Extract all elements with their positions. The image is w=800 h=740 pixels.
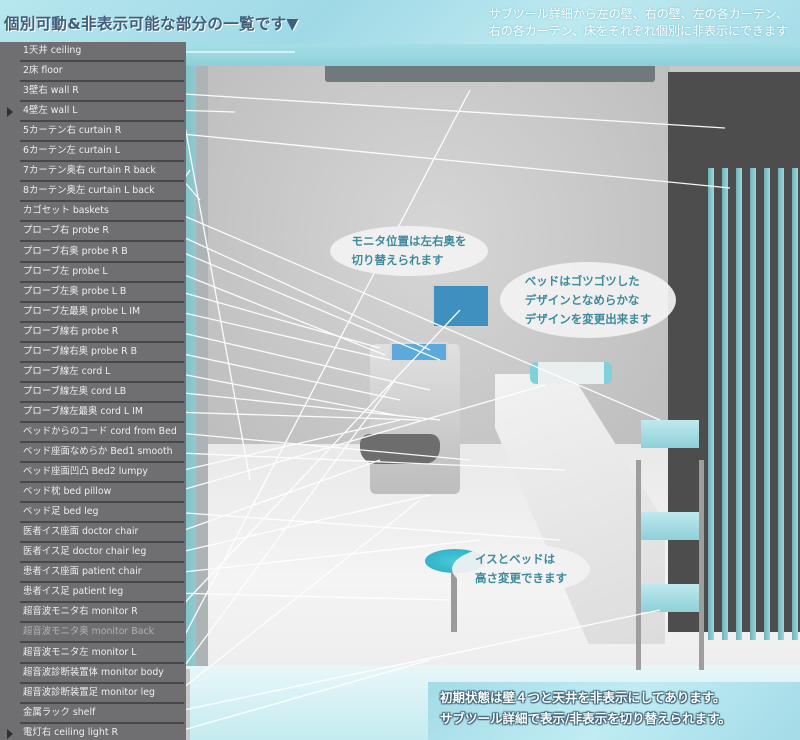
- callout-monitor-position: モニタ位置は左右奥を 切り替えられます: [330, 226, 488, 276]
- parts-list-item[interactable]: プローブ線左奥 cord LB: [20, 383, 184, 403]
- parts-list-item[interactable]: 患者イス足 patient leg: [20, 583, 184, 604]
- callout-text: 高さ変更できます: [475, 571, 567, 585]
- parts-list-item[interactable]: ベッドからのコード cord from Bed: [20, 423, 184, 443]
- parts-list-item[interactable]: 患者イス座面 patient chair: [20, 563, 184, 584]
- callout-text: デザインを変更出来ます: [524, 311, 652, 326]
- parts-list-item[interactable]: プローブ左最奥 probe L IM: [20, 303, 184, 323]
- ceiling-light: [325, 66, 655, 82]
- parts-list-item[interactable]: 2床 floor: [20, 62, 184, 83]
- right-curtain-panel: [792, 168, 798, 640]
- parts-list-item[interactable]: ベッド足 bed leg: [20, 503, 184, 524]
- basket: [641, 512, 699, 540]
- header-note-line-2: 右の各カーテン、床をそれぞれ個別に非表示にできます: [488, 24, 788, 38]
- parts-list-item[interactable]: 電灯右 ceiling light R: [20, 724, 184, 740]
- right-curtain-panel: [750, 168, 756, 640]
- right-curtain-panel: [764, 168, 770, 640]
- header-note: サブツール詳細から左の壁、右の壁、左の各カーテン、 右の各カーテン、床をそれぞれ…: [448, 6, 788, 40]
- right-curtain-panel: [722, 168, 728, 640]
- parts-list-item[interactable]: プローブ右 probe R: [20, 222, 184, 243]
- ultrasound-monitor: [432, 284, 490, 328]
- basket: [641, 420, 699, 448]
- doctor-chair: [360, 434, 440, 464]
- parts-list-item[interactable]: 6カーテン左 curtain L: [20, 142, 184, 163]
- left-wall: [196, 66, 208, 666]
- parts-list-item[interactable]: 超音波モニタ左 monitor L: [20, 644, 184, 664]
- parts-list-item[interactable]: 金属ラック shelf: [20, 704, 184, 724]
- parts-list-item[interactable]: ベッド枕 bed pillow: [20, 483, 184, 504]
- parts-list-item[interactable]: プローブ線左最奥 cord L IM: [20, 403, 184, 423]
- triangle-marker-icon: [7, 107, 13, 118]
- parts-list-item[interactable]: 超音波診断装置足 monitor leg: [20, 684, 184, 704]
- footer-note: 初期状態は壁４つと天井を非表示にしてあります。 サブツール詳細で表示/非表示を切…: [428, 682, 800, 740]
- page-title: 個別可動&非表示可能な部分の一覧です▼: [4, 15, 299, 33]
- right-curtain-panel: [778, 168, 784, 640]
- header-note-line-1: サブツール詳細から左の壁、右の壁、左の各カーテン、: [488, 7, 788, 21]
- parts-list-item[interactable]: 医者イス座面 doctor chair: [20, 523, 184, 544]
- ultrasound-control-screen: [390, 342, 448, 362]
- basket: [641, 584, 699, 612]
- parts-list-item[interactable]: 超音波モニタ右 monitor R: [20, 603, 184, 624]
- ultrasound-machine-body: [370, 344, 460, 494]
- callout-text: モニタ位置は左右奥を: [351, 234, 467, 248]
- callout-text: デザインとなめらかな: [524, 292, 640, 307]
- parts-list-item[interactable]: プローブ線右 probe R: [20, 323, 184, 343]
- parts-list-item[interactable]: 8カーテン奥左 curtain L back: [20, 182, 184, 203]
- right-curtain-panel: [708, 168, 714, 640]
- parts-list-item[interactable]: ベッド座面なめらか Bed1 smooth: [20, 443, 184, 463]
- patient-chair-leg: [451, 572, 457, 632]
- footer-note-line-1: 初期状態は壁４つと天井を非表示にしてあります。: [440, 690, 726, 705]
- bed-pillow: [530, 362, 612, 384]
- parts-list-item[interactable]: 5カーテン右 curtain R: [20, 122, 184, 143]
- metal-rack: [636, 460, 704, 670]
- parts-list: 1天井 ceiling 2床 floor 3壁右 wall R 4壁左 wall L5…: [0, 42, 186, 740]
- callout-text: 切り替えられます: [351, 253, 444, 267]
- parts-list-item[interactable]: プローブ線左 cord L: [20, 363, 184, 383]
- ceiling: [182, 44, 800, 66]
- parts-list-item[interactable]: 3壁右 wall R: [20, 82, 184, 103]
- triangle-marker-icon: [7, 728, 13, 739]
- parts-list-item[interactable]: 7カーテン奥右 curtain R back: [20, 162, 184, 183]
- footer-note-line-2: サブツール詳細で表示/非表示を切り替えられます。: [440, 711, 731, 726]
- parts-list-item[interactable]: プローブ線右奥 probe R B: [20, 343, 184, 363]
- parts-list-item[interactable]: ベッド座面凹凸 Bed2 lumpy: [20, 463, 184, 484]
- parts-list-item[interactable]: 1天井 ceiling: [20, 42, 184, 62]
- callout-text: ベッドはゴツゴツした: [524, 273, 640, 288]
- parts-list-item[interactable]: 医者イス足 doctor chair leg: [20, 543, 184, 564]
- callout-text: イスとベッドは: [475, 552, 556, 566]
- parts-list-item[interactable]: 超音波診断装置体 monitor body: [20, 664, 184, 684]
- callout-bed-design: ベッドはゴツゴツした デザインとなめらかな デザインを変更出来ます: [500, 262, 676, 338]
- parts-list-item[interactable]: 超音波モニタ奥 monitor Back: [20, 623, 184, 644]
- parts-list-item[interactable]: プローブ左奥 probe L B: [20, 283, 184, 303]
- callout-height-change: イスとベッドは 高さ変更できます: [452, 544, 590, 594]
- parts-list-item[interactable]: プローブ右奥 probe R B: [20, 243, 184, 263]
- parts-list-item[interactable]: 4壁左 wall L: [20, 102, 184, 123]
- header-banner: 個別可動&非表示可能な部分の一覧です▼ サブツール詳細から左の壁、右の壁、左の各…: [0, 0, 800, 44]
- right-curtain-panel: [736, 168, 742, 640]
- parts-list-item[interactable]: カゴセット baskets: [20, 202, 184, 223]
- parts-list-item[interactable]: プローブ左 probe L: [20, 263, 184, 283]
